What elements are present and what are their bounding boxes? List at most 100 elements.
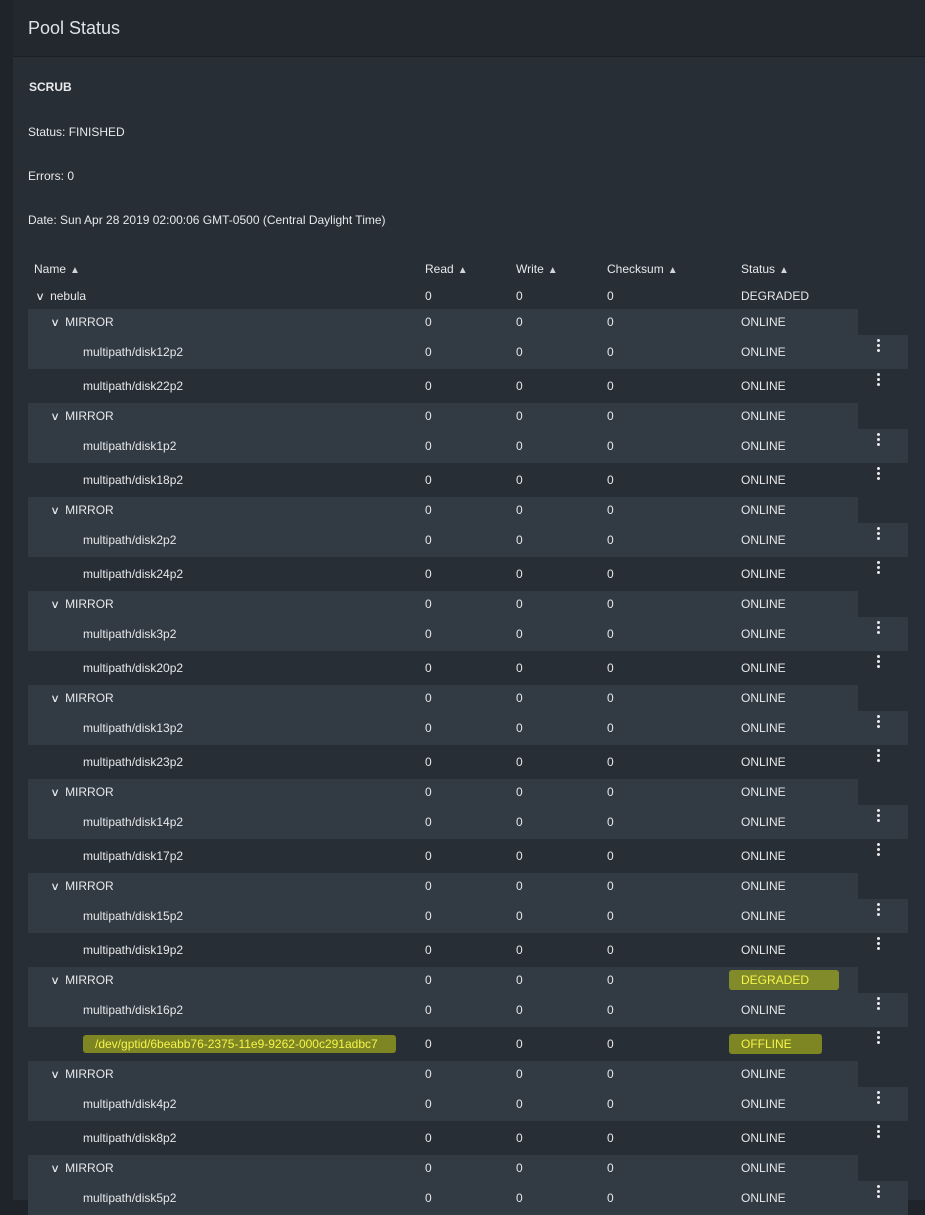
more-vert-icon[interactable] bbox=[877, 715, 881, 730]
chevron-down-icon[interactable]: ∨ bbox=[50, 692, 60, 705]
name-cell: multipath/disk13p2 bbox=[83, 721, 183, 735]
more-vert-icon[interactable] bbox=[877, 527, 881, 542]
more-vert-icon[interactable] bbox=[877, 903, 881, 918]
pool-status-panel: Pool Status SCRUB Status: FINISHED Error… bbox=[13, 0, 925, 1215]
table-row-disk[interactable]: multipath/disk5p2 0 0 0 ONLINE bbox=[28, 1181, 908, 1215]
column-header-status[interactable]: Status ▲ bbox=[741, 262, 789, 276]
name-cell: ∨ MIRROR bbox=[50, 409, 114, 423]
table-row-mirror[interactable]: ∨ MIRROR 0 0 0 ONLINE bbox=[28, 1155, 858, 1181]
table-row-disk[interactable]: multipath/disk8p2 0 0 0 ONLINE bbox=[28, 1121, 908, 1155]
table-row-disk[interactable]: multipath/disk15p2 0 0 0 ONLINE bbox=[28, 899, 908, 933]
name-cell: ∨ MIRROR bbox=[50, 1161, 114, 1175]
more-vert-icon[interactable] bbox=[877, 749, 881, 764]
more-vert-icon[interactable] bbox=[877, 655, 881, 670]
more-vert-icon[interactable] bbox=[877, 1091, 881, 1106]
write-cell: 0 bbox=[516, 315, 523, 329]
more-vert-icon[interactable] bbox=[877, 937, 881, 952]
more-vert-icon[interactable] bbox=[877, 373, 881, 388]
row-name: multipath/disk8p2 bbox=[83, 1131, 177, 1145]
more-vert-icon[interactable] bbox=[877, 809, 881, 824]
checksum-cell: 0 bbox=[607, 1131, 614, 1145]
table-row-disk[interactable]: multipath/disk24p2 0 0 0 ONLINE bbox=[28, 557, 908, 591]
name-cell: multipath/disk12p2 bbox=[83, 345, 183, 359]
table-row-mirror[interactable]: ∨ MIRROR 0 0 0 ONLINE bbox=[28, 403, 858, 429]
write-cell: 0 bbox=[516, 1067, 523, 1081]
write-cell: 0 bbox=[516, 815, 523, 829]
table-row-disk[interactable]: multipath/disk20p2 0 0 0 ONLINE bbox=[28, 651, 908, 685]
table-row-disk[interactable]: multipath/disk19p2 0 0 0 ONLINE bbox=[28, 933, 908, 967]
table-row-mirror[interactable]: ∨ MIRROR 0 0 0 ONLINE bbox=[28, 309, 858, 335]
row-name: multipath/disk16p2 bbox=[83, 1003, 184, 1017]
sort-icon: ▲ bbox=[667, 265, 678, 276]
table-row-pool[interactable]: ∨ nebula 0 0 0 DEGRADED bbox=[28, 283, 908, 309]
row-name: nebula bbox=[50, 289, 87, 303]
chevron-down-icon[interactable]: ∨ bbox=[50, 1068, 60, 1081]
table-row-disk[interactable]: multipath/disk22p2 0 0 0 ONLINE bbox=[28, 369, 908, 403]
row-name: multipath/disk23p2 bbox=[83, 755, 184, 769]
table-row-disk[interactable]: multipath/disk16p2 0 0 0 ONLINE bbox=[28, 993, 908, 1027]
read-cell: 0 bbox=[425, 973, 432, 987]
chevron-down-icon[interactable]: ∨ bbox=[50, 974, 60, 987]
table-row-mirror[interactable]: ∨ MIRROR 0 0 0 ONLINE bbox=[28, 873, 858, 899]
checksum-cell: 0 bbox=[607, 345, 614, 359]
more-vert-icon[interactable] bbox=[877, 1125, 881, 1140]
table-row-disk[interactable]: multipath/disk12p2 0 0 0 ONLINE bbox=[28, 335, 908, 369]
table-row-disk[interactable]: /dev/gptid/6beabb76-2375-11e9-9262-000c2… bbox=[28, 1027, 908, 1061]
status-cell: DEGRADED bbox=[729, 970, 840, 990]
status-cell: ONLINE bbox=[741, 345, 786, 359]
name-cell: ∨ MIRROR bbox=[50, 503, 114, 517]
more-vert-icon[interactable] bbox=[877, 843, 881, 858]
table-row-disk[interactable]: multipath/disk23p2 0 0 0 ONLINE bbox=[28, 745, 908, 779]
table-row-mirror[interactable]: ∨ MIRROR 0 0 0 ONLINE bbox=[28, 591, 858, 617]
more-vert-icon[interactable] bbox=[877, 1185, 881, 1200]
more-vert-icon[interactable] bbox=[877, 339, 881, 354]
write-cell: 0 bbox=[516, 691, 523, 705]
read-cell: 0 bbox=[425, 409, 432, 423]
table-row-disk[interactable]: multipath/disk3p2 0 0 0 ONLINE bbox=[28, 617, 908, 651]
row-name: multipath/disk5p2 bbox=[83, 1191, 177, 1205]
table-row-mirror[interactable]: ∨ MIRROR 0 0 0 DEGRADED bbox=[28, 967, 858, 993]
checksum-cell: 0 bbox=[607, 943, 614, 957]
read-cell: 0 bbox=[425, 755, 432, 769]
read-cell: 0 bbox=[425, 1161, 432, 1175]
checksum-cell: 0 bbox=[607, 909, 614, 923]
table-row-disk[interactable]: multipath/disk17p2 0 0 0 ONLINE bbox=[28, 839, 908, 873]
more-vert-icon[interactable] bbox=[877, 1031, 881, 1046]
table-row-mirror[interactable]: ∨ MIRROR 0 0 0 ONLINE bbox=[28, 685, 858, 711]
chevron-down-icon[interactable]: ∨ bbox=[50, 598, 60, 611]
column-label: Name bbox=[34, 262, 67, 276]
more-vert-icon[interactable] bbox=[877, 467, 881, 482]
status-cell: ONLINE bbox=[741, 849, 786, 863]
chevron-down-icon[interactable]: ∨ bbox=[50, 504, 60, 517]
table-row-disk[interactable]: multipath/disk14p2 0 0 0 ONLINE bbox=[28, 805, 908, 839]
table-row-disk[interactable]: multipath/disk18p2 0 0 0 ONLINE bbox=[28, 463, 908, 497]
chevron-down-icon[interactable]: ∨ bbox=[50, 410, 60, 423]
write-cell: 0 bbox=[516, 785, 523, 799]
table-row-disk[interactable]: multipath/disk1p2 0 0 0 ONLINE bbox=[28, 429, 908, 463]
status-cell: ONLINE bbox=[741, 943, 786, 957]
chevron-down-icon[interactable]: ∨ bbox=[35, 290, 45, 303]
table-row-disk[interactable]: multipath/disk4p2 0 0 0 ONLINE bbox=[28, 1087, 908, 1121]
table-row-disk[interactable]: multipath/disk2p2 0 0 0 ONLINE bbox=[28, 523, 908, 557]
column-header-name[interactable]: Name ▲︎ bbox=[34, 262, 80, 276]
chevron-down-icon[interactable]: ∨ bbox=[50, 786, 60, 799]
more-vert-icon[interactable] bbox=[877, 561, 881, 576]
checksum-cell: 0 bbox=[607, 597, 614, 611]
chevron-down-icon[interactable]: ∨ bbox=[50, 316, 60, 329]
chevron-down-icon[interactable]: ∨ bbox=[50, 880, 60, 893]
write-cell: 0 bbox=[516, 879, 523, 893]
table-row-disk[interactable]: multipath/disk13p2 0 0 0 ONLINE bbox=[28, 711, 908, 745]
table-row-mirror[interactable]: ∨ MIRROR 0 0 0 ONLINE bbox=[28, 779, 858, 805]
chevron-down-icon[interactable]: ∨ bbox=[50, 1162, 60, 1175]
checksum-cell: 0 bbox=[607, 439, 614, 453]
column-header-write[interactable]: Write ▲ bbox=[516, 262, 558, 276]
more-vert-icon[interactable] bbox=[877, 997, 881, 1012]
more-vert-icon[interactable] bbox=[877, 433, 881, 448]
row-name: MIRROR bbox=[65, 597, 114, 611]
table-row-mirror[interactable]: ∨ MIRROR 0 0 0 ONLINE bbox=[28, 497, 858, 523]
table-row-mirror[interactable]: ∨ MIRROR 0 0 0 ONLINE bbox=[28, 1061, 858, 1087]
more-vert-icon[interactable] bbox=[877, 621, 881, 636]
status-cell: ONLINE bbox=[741, 627, 786, 641]
column-header-read[interactable]: Read ▲ bbox=[425, 262, 468, 276]
column-header-checksum[interactable]: Checksum ▲ bbox=[607, 262, 678, 276]
